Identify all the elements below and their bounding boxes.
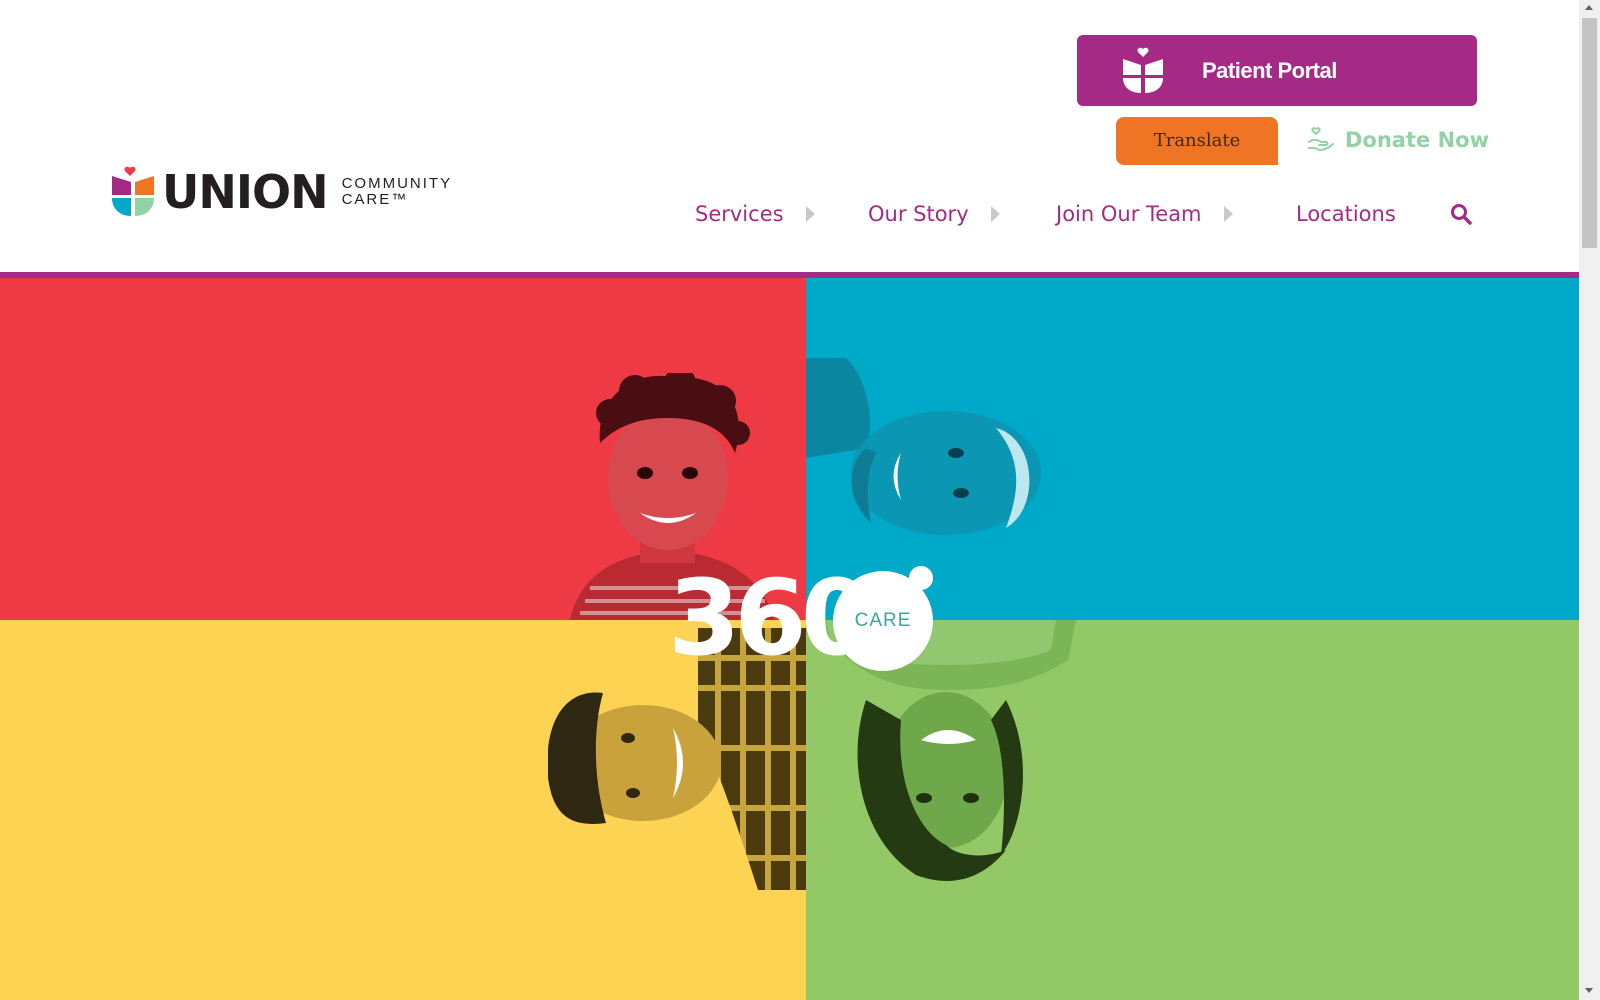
- nav-item-our-story[interactable]: Our Story: [868, 196, 1000, 232]
- patient-portal-button[interactable]: Patient Portal: [1077, 35, 1477, 106]
- nav-item-label: Join Our Team: [1056, 202, 1202, 226]
- nav-item-locations[interactable]: Locations: [1296, 196, 1396, 232]
- nav-item-join-our-team[interactable]: Join Our Team: [1056, 196, 1233, 232]
- donate-now-label: Donate Now: [1345, 128, 1489, 152]
- site-header: UNION COMMUNITY CARE™ Patient Portal Tra…: [0, 0, 1579, 272]
- giving-hand-icon: [1308, 127, 1334, 151]
- translate-button[interactable]: Translate: [1116, 117, 1278, 165]
- tulip-icon: [1123, 47, 1163, 93]
- older-man-portrait: [806, 358, 1041, 535]
- search-icon[interactable]: [1450, 203, 1472, 225]
- nav-item-label: Our Story: [868, 202, 969, 226]
- nav-item-label: Services: [695, 202, 784, 226]
- nav-item-services[interactable]: Services: [695, 196, 815, 232]
- scroll-up-arrow-icon[interactable]: [1585, 5, 1593, 10]
- 360-care-badge: 360 CARE: [668, 558, 938, 678]
- caret-right-icon[interactable]: [990, 206, 1000, 222]
- nav-item-label: Locations: [1296, 202, 1396, 226]
- logo-tagline-line1: COMMUNITY: [341, 175, 453, 192]
- scroll-down-arrow-icon[interactable]: [1585, 988, 1593, 993]
- hero-banner: 360 CARE: [0, 278, 1579, 1000]
- main-nav: Services Our Story Join Our Team Locatio…: [0, 196, 1579, 232]
- patient-portal-label: Patient Portal: [1202, 58, 1337, 83]
- degree-dot: [909, 566, 933, 590]
- page-scrollbar[interactable]: [1579, 0, 1600, 1000]
- scrollbar-thumb[interactable]: [1582, 18, 1597, 248]
- donate-now-link[interactable]: Donate Now: [1307, 122, 1489, 158]
- caret-right-icon[interactable]: [805, 206, 815, 222]
- caret-right-icon[interactable]: [1223, 206, 1233, 222]
